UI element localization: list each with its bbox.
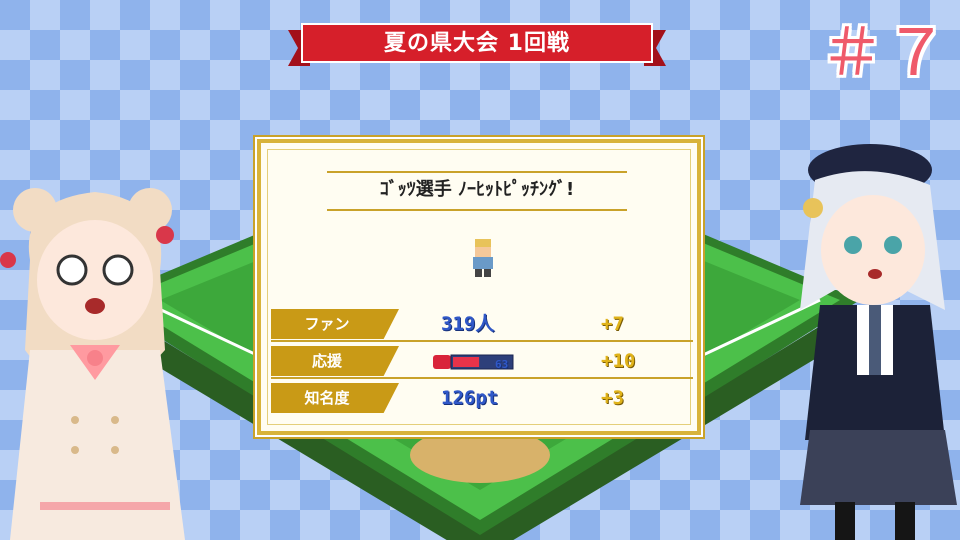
- row-underline: [271, 377, 693, 379]
- stat-value-fame: 126pt: [441, 387, 499, 409]
- banner-title: 夏の県大会 1回戦: [384, 31, 570, 56]
- stat-label-bg: ファン: [271, 309, 399, 339]
- stat-row-fans: ファン 319人 +7: [271, 309, 693, 342]
- stat-label-fame: 知名度: [304, 389, 350, 407]
- stat-value-fans: 319人: [441, 313, 495, 335]
- event-title: ｺﾞｯﾂ選手 ﾉｰﾋｯﾄﾋﾟｯﾁﾝｸﾞ!: [379, 179, 575, 200]
- stat-label-bg: 応援: [271, 346, 399, 376]
- episode-number: ＃７: [820, 17, 948, 91]
- row-underline: [271, 340, 693, 342]
- stat-increase-fans: +7: [601, 313, 624, 335]
- stat-label-bg: 知名度: [271, 383, 399, 413]
- right-character: [800, 144, 957, 540]
- event-panel: ｺﾞｯﾂ選手 ﾉｰﾋｯﾄﾋﾟｯﾁﾝｸﾞ! ファン 319人 +7 応援 63 +…: [257, 139, 701, 435]
- stat-label-fans: ファン: [304, 315, 350, 333]
- stat-label-support: 応援: [311, 352, 342, 370]
- stat-increase-fame: +3: [601, 387, 624, 409]
- player-sprite: [473, 239, 493, 277]
- stat-row-support: 応援 63 +10: [271, 346, 693, 379]
- stat-row-fame: 知名度 126pt +3: [271, 383, 693, 413]
- left-character: [0, 188, 185, 540]
- title-rule-top: [327, 171, 627, 173]
- stat-value-support: 63: [495, 358, 509, 371]
- stat-increase-support: +10: [601, 350, 636, 372]
- title-rule-bottom: [327, 209, 627, 211]
